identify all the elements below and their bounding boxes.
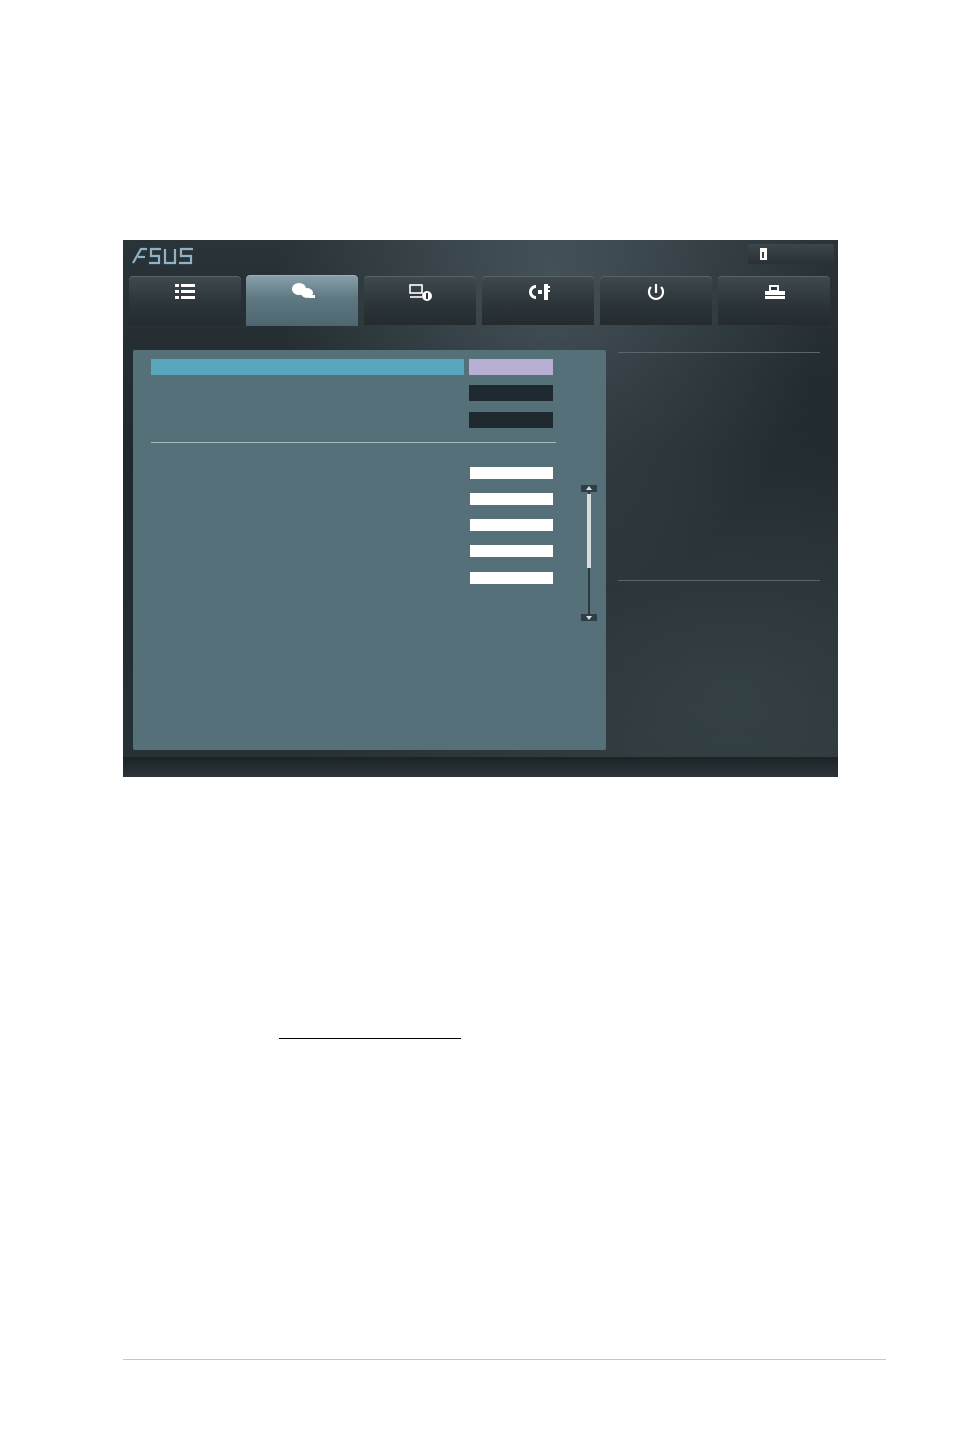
asus-logo <box>132 247 193 265</box>
selected-setting-row[interactable] <box>151 359 464 375</box>
boot-power-icon <box>647 284 665 300</box>
help-divider <box>618 580 820 581</box>
page-link-underline <box>279 1038 461 1039</box>
top-bar <box>123 240 838 270</box>
setting-value-selected[interactable] <box>469 359 553 375</box>
tool-icon <box>765 285 785 299</box>
setting-input-field[interactable] <box>470 572 553 584</box>
main-settings-panel <box>133 350 606 750</box>
tab-tool[interactable] <box>718 276 830 325</box>
monitor-icon <box>529 284 550 300</box>
tab-monitor[interactable] <box>482 276 594 325</box>
main-list-icon <box>175 284 195 299</box>
scrollbar[interactable] <box>581 482 597 624</box>
tab-advanced[interactable] <box>364 276 476 325</box>
setting-input-field[interactable] <box>470 493 553 505</box>
setting-input-field[interactable] <box>470 467 553 479</box>
scroll-up-icon[interactable] <box>581 482 597 492</box>
help-panel <box>616 350 826 750</box>
tab-main[interactable] <box>129 276 241 325</box>
exit-button[interactable] <box>748 244 834 264</box>
help-divider <box>618 352 820 353</box>
tab-boot[interactable] <box>600 276 712 325</box>
setting-value[interactable] <box>469 385 553 401</box>
bottom-bar <box>123 757 838 777</box>
tab-ai-tweaker[interactable] <box>246 275 358 326</box>
exit-door-icon <box>760 248 767 260</box>
section-divider <box>151 442 556 443</box>
ai-tweaker-icon <box>292 283 315 298</box>
scroll-down-icon[interactable] <box>581 614 597 624</box>
setting-input-field[interactable] <box>470 545 553 557</box>
page-footer-rule <box>123 1359 886 1360</box>
setting-value[interactable] <box>469 412 553 428</box>
scroll-thumb[interactable] <box>587 494 591 568</box>
bios-window <box>123 240 838 777</box>
setting-input-field[interactable] <box>470 519 553 531</box>
advanced-icon <box>409 284 432 301</box>
